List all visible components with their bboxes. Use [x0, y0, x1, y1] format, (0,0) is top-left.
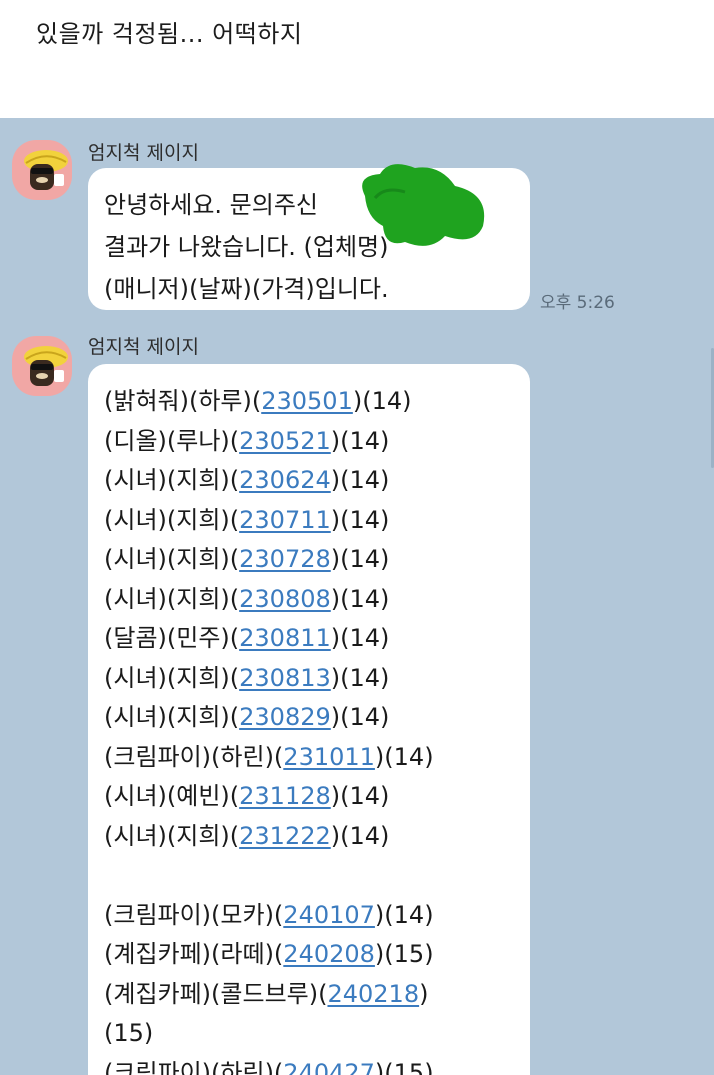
message-line: (매니저)(날짜)(가격)입니다. [104, 275, 389, 303]
booking-text: (시녀)(지희)( [104, 545, 240, 573]
booking-price: )(14) [352, 387, 412, 415]
booking-price: )(14) [330, 505, 390, 534]
booking-text: (시녀)(지희)( [104, 505, 240, 534]
message-bubble[interactable]: (밝혀줘)(하루)(230501)(14) (디올)(루나)(230521)(14… [88, 364, 530, 1075]
booking-line: (15) [104, 1014, 516, 1054]
booking-line: (달콤)(민주)(230811)(14) [104, 619, 516, 659]
date-link[interactable]: 230728 [239, 545, 331, 573]
booking-text: (시녀)(지희)( [104, 663, 240, 692]
booking-price: )(14) [330, 663, 390, 692]
booking-line [104, 856, 516, 896]
date-link[interactable]: 230624 [239, 466, 331, 494]
booking-line: (밝혀줘)(하루)(230501)(14) [104, 382, 516, 422]
booking-line: (시녀)(지희)(230829)(14) [104, 698, 516, 738]
booking-line: (디올)(루나)(230521)(14) [104, 422, 516, 462]
booking-line: (시녀)(지희)(230813)(14) [104, 659, 516, 699]
booking-line: (시녀)(지희)(231222)(14) [104, 817, 516, 857]
booking-text: (시녀)(지희)( [104, 821, 240, 850]
date-link[interactable]: 230711 [239, 506, 331, 534]
booking-price: )(14) [374, 900, 434, 929]
date-link[interactable]: 231011 [283, 743, 375, 771]
booking-price: )(14) [330, 782, 390, 810]
booking-line: (계집카페)(콜드브루)(240218) [104, 975, 516, 1015]
date-link[interactable]: 230813 [239, 664, 331, 692]
booking-line: (시녀)(지희)(230728)(14) [104, 540, 516, 580]
booking-text: (시녀)(지희)( [104, 703, 240, 731]
booking-line: (계집카페)(라떼)(240208)(15) [104, 935, 516, 975]
booking-line: (크림파이)(하린)(231011)(14) [104, 738, 516, 778]
booking-text: (시녀)(예빈)( [104, 782, 240, 810]
sender-name: 엄지척 제이지 [88, 336, 199, 358]
date-link[interactable]: 230808 [239, 585, 331, 613]
booking-text: (크림파이)(하린)( [104, 1058, 284, 1075]
booking-price: )(14) [330, 584, 390, 613]
redaction-mark [362, 164, 485, 246]
booking-text: (15) [104, 1019, 154, 1047]
date-link[interactable]: 240208 [283, 940, 375, 968]
booking-text: (달콤)(민주)( [104, 624, 240, 652]
booking-text: (계집카페)(콜드브루)( [104, 979, 328, 1008]
chat-area[interactable]: 엄지척 제이지 안녕하세요. 문의주신 결과가 나왔습니다. (업체명) (매니… [0, 118, 714, 1075]
booking-text: (시녀)(지희)( [104, 466, 240, 494]
date-link[interactable]: 240218 [327, 980, 419, 1008]
booking-price: )(14) [330, 466, 390, 494]
booking-price: )(14) [330, 703, 390, 731]
booking-line: (크림파이)(하린)(240427)(15) [104, 1054, 516, 1075]
date-link[interactable]: 231128 [239, 782, 331, 810]
avatar-character-icon[interactable] [12, 336, 72, 396]
booking-text: (밝혀줘)(하루)( [104, 387, 262, 415]
sender-name: 엄지척 제이지 [88, 142, 199, 164]
booking-price: )(14) [374, 742, 434, 771]
booking-price: )(14) [330, 545, 390, 573]
booking-price: )(15) [374, 1058, 434, 1075]
booking-line: (시녀)(예빈)(231128)(14) [104, 777, 516, 817]
booking-text: (크림파이)(하린)( [104, 742, 284, 771]
avatar-character-icon[interactable] [12, 140, 72, 200]
booking-price: )(14) [330, 426, 390, 455]
booking-price: )(15) [374, 940, 434, 968]
date-link[interactable]: 230811 [239, 624, 331, 652]
booking-price: )(14) [330, 821, 390, 850]
booking-line: (시녀)(지희)(230624)(14) [104, 461, 516, 501]
date-link[interactable]: 230829 [239, 703, 331, 731]
date-link[interactable]: 231222 [239, 822, 331, 850]
booking-text: (시녀)(지희)( [104, 584, 240, 613]
booking-price: ) [419, 979, 429, 1008]
date-link[interactable]: 230501 [261, 387, 353, 415]
booking-line: (시녀)(지희)(230808)(14) [104, 580, 516, 620]
booking-text: (계집카페)(라떼)( [104, 940, 284, 968]
date-link[interactable]: 240107 [283, 901, 375, 929]
booking-line: (시녀)(지희)(230711)(14) [104, 501, 516, 541]
date-link[interactable]: 240427 [283, 1059, 375, 1075]
post-caption: 있을까 걱정됨... 어떡하지 [36, 20, 303, 48]
message-time: 오후 5:26 [540, 293, 615, 313]
date-link[interactable]: 230521 [239, 427, 331, 455]
booking-price: )(14) [330, 624, 390, 652]
booking-text: (디올)(루나)( [104, 426, 240, 455]
booking-text: (크림파이)(모카)( [104, 900, 284, 929]
booking-line: (크림파이)(모카)(240107)(14) [104, 896, 516, 936]
